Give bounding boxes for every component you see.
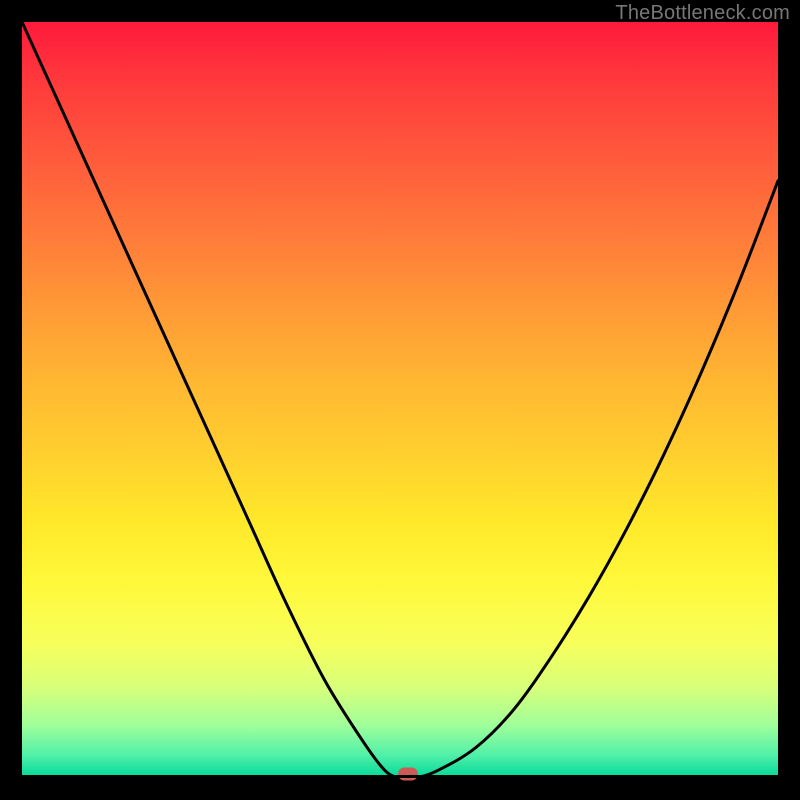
optimal-marker xyxy=(398,768,418,781)
plot-area xyxy=(22,22,778,778)
watermark-text: TheBottleneck.com xyxy=(615,2,790,25)
bottleneck-curve xyxy=(22,22,778,778)
chart-frame: TheBottleneck.com xyxy=(0,0,800,800)
baseline xyxy=(22,775,778,778)
